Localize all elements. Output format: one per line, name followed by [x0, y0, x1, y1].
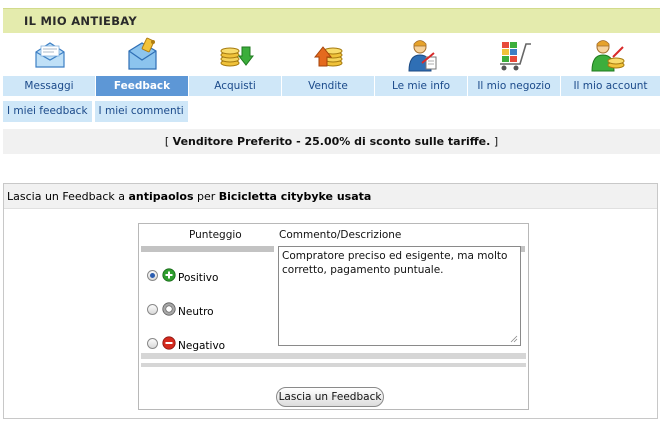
heading-prefix: Lascia un Feedback a [7, 190, 129, 203]
score-header-bar [141, 246, 274, 252]
comment-textarea[interactable]: Compratore preciso ed esigente, ma molto… [278, 246, 521, 346]
negative-icon [162, 336, 176, 350]
tab-le-mie-info[interactable]: Le mie info [375, 76, 468, 96]
promo-open-bracket: [ [164, 135, 173, 148]
main-tabs: Messaggi Feedback Acquisti Vendite Le mi… [3, 76, 660, 96]
page-header: IL MIO ANTIEBAY [3, 8, 660, 33]
neutral-label: Neutro [178, 306, 214, 318]
option-neutral[interactable]: Neutro [147, 300, 214, 318]
promo-text: Venditore Preferito - 25.00% di sconto s… [172, 135, 491, 148]
neutral-icon [162, 302, 176, 316]
feedback-recipient: antipaolos [128, 190, 194, 203]
feedback-form: Punteggio Commento/Descrizione Positivo … [138, 223, 529, 410]
resize-grip-icon[interactable] [510, 335, 518, 343]
positive-label: Positivo [178, 272, 219, 284]
purchases-icon[interactable] [189, 34, 282, 76]
tab-il-mio-negozio[interactable]: Il mio negozio [468, 76, 561, 96]
option-negative[interactable]: Negativo [147, 334, 225, 352]
score-column-header: Punteggio [189, 229, 242, 241]
panel-heading: Lascia un Feedback a antipaolos per Bici… [4, 184, 657, 209]
page-title: IL MIO ANTIEBAY [24, 14, 138, 28]
my-shop-icon[interactable] [468, 34, 561, 76]
subtab-i-miei-feedback[interactable]: I miei feedback [3, 101, 92, 122]
my-account-icon[interactable] [561, 34, 654, 76]
leave-feedback-button[interactable]: Lascia un Feedback [276, 387, 384, 407]
subtab-i-miei-commenti[interactable]: I miei commenti [94, 101, 188, 122]
negative-label: Negativo [178, 340, 226, 352]
tab-acquisti[interactable]: Acquisti [189, 76, 282, 96]
feedback-icon[interactable] [96, 34, 189, 76]
form-divider-bar-lower [141, 363, 526, 367]
feedback-item-title: Bicicletta citybyke usata [218, 190, 372, 203]
leave-feedback-panel: Lascia un Feedback a antipaolos per Bici… [3, 183, 658, 419]
tab-vendite[interactable]: Vendite [282, 76, 375, 96]
my-info-icon[interactable] [375, 34, 468, 76]
positive-icon [162, 268, 176, 282]
comment-text: Compratore preciso ed esigente, ma molto… [282, 250, 508, 276]
messages-icon[interactable] [3, 34, 96, 76]
nav-icon-row [3, 34, 660, 76]
form-divider-bar [141, 353, 526, 359]
tab-messaggi[interactable]: Messaggi [3, 76, 96, 96]
negative-radio[interactable] [147, 337, 158, 349]
tab-feedback[interactable]: Feedback [96, 76, 189, 96]
tab-il-mio-account[interactable]: Il mio account [561, 76, 660, 96]
option-positive[interactable]: Positivo [147, 266, 218, 284]
neutral-radio[interactable] [147, 303, 158, 315]
sales-icon[interactable] [282, 34, 375, 76]
promo-close-bracket: ] [490, 135, 499, 148]
positive-radio[interactable] [147, 269, 158, 281]
preferred-seller-banner: [ Venditore Preferito - 25.00% di sconto… [3, 129, 660, 154]
comment-column-header: Commento/Descrizione [279, 229, 402, 241]
feedback-subtabs: I miei feedback I miei commenti [3, 101, 191, 122]
heading-mid: per [193, 190, 219, 203]
